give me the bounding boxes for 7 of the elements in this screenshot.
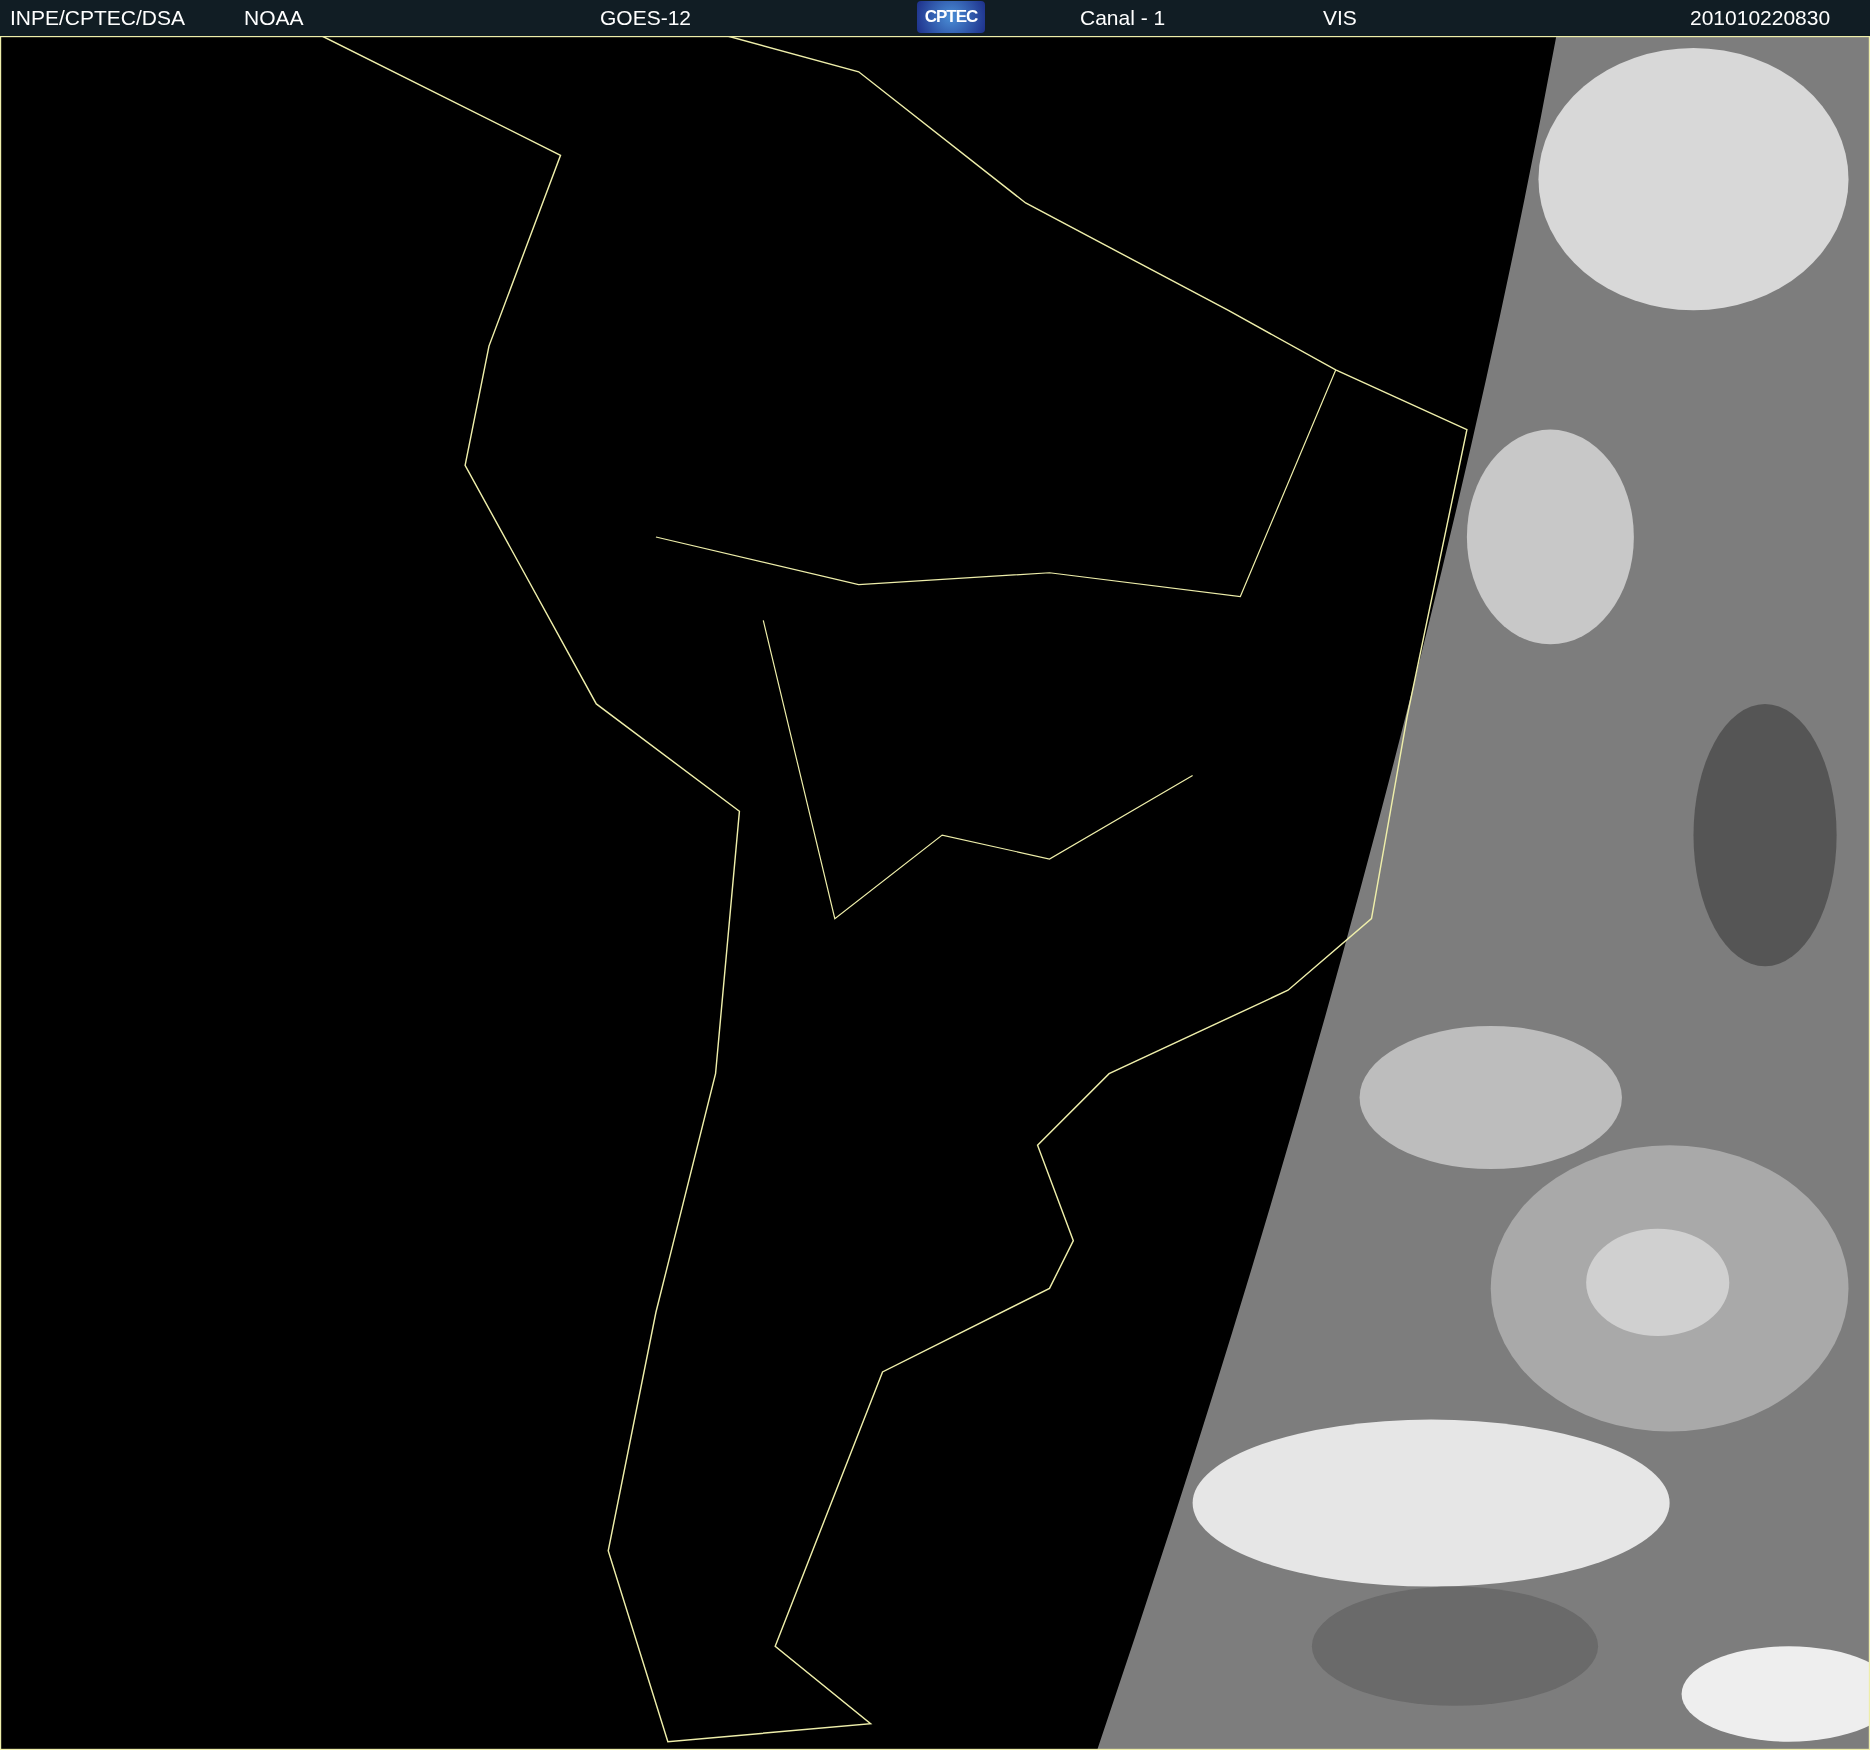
header-text: Canal - 1 bbox=[1080, 6, 1166, 30]
header-text: INPE/CPTEC/DSA bbox=[10, 6, 186, 30]
header-text: GOES-12 bbox=[600, 6, 692, 30]
header-text: VIS bbox=[1323, 6, 1357, 30]
logo: CPTEC bbox=[917, 1, 985, 33]
header-text: NOAA bbox=[244, 6, 304, 30]
header-text: 201010220830 bbox=[1690, 6, 1831, 30]
